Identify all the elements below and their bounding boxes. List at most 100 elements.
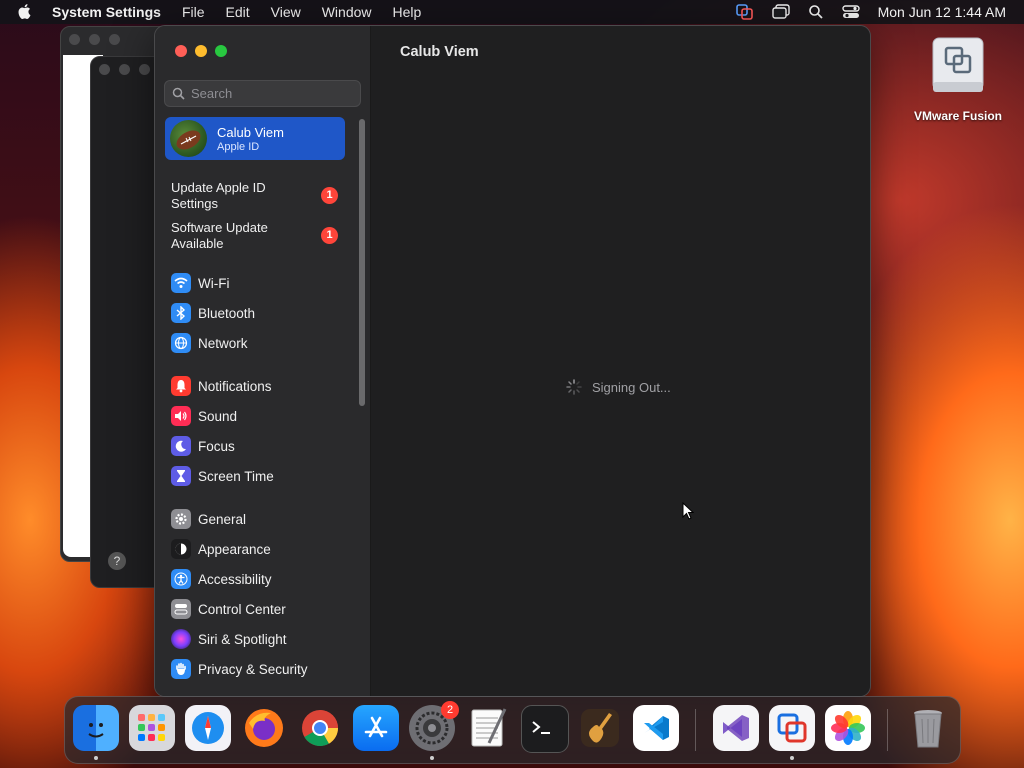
window-control-dot — [69, 34, 80, 45]
sidebar-item-appearance[interactable]: Appearance — [171, 538, 271, 560]
zoom-button[interactable] — [215, 45, 227, 57]
vscode-icon[interactable] — [633, 705, 679, 751]
screen-mirroring-icon[interactable] — [771, 4, 790, 20]
sidebar-item-sound[interactable]: Sound — [171, 405, 237, 427]
sidebar-item-bluetooth[interactable]: Bluetooth — [171, 302, 255, 324]
sidebar: Search Calub Viem Apple ID Update Apple … — [155, 26, 371, 696]
trash-icon[interactable] — [905, 705, 951, 751]
sidebar-item-focus[interactable]: Focus — [171, 435, 235, 457]
spotlight-search-icon[interactable] — [808, 4, 824, 20]
sidebar-item-label: Privacy & Security — [198, 661, 308, 677]
spinner-icon — [566, 379, 582, 395]
app-store-icon[interactable] — [353, 705, 399, 751]
bell-icon — [171, 376, 191, 396]
sidebar-scrollbar[interactable] — [359, 119, 365, 406]
notice-label: Software Update Available — [171, 220, 268, 251]
sidebar-item-general[interactable]: General — [171, 508, 246, 530]
safari-icon[interactable] — [185, 705, 231, 751]
sidebar-item-label: Focus — [198, 438, 235, 454]
finder-icon[interactable] — [73, 705, 119, 751]
help-icon[interactable]: ? — [108, 552, 126, 570]
page-title: Calub Viem — [400, 44, 479, 60]
account-subtitle: Apple ID — [217, 141, 260, 153]
sidebar-item-privacy-security[interactable]: Privacy & Security — [171, 658, 308, 680]
chrome-icon[interactable] — [297, 705, 343, 751]
sidebar-item-wifi[interactable]: Wi-Fi — [171, 272, 229, 294]
siri-icon — [171, 629, 191, 649]
appearance-icon — [171, 539, 191, 559]
sidebar-item-network[interactable]: Network — [171, 332, 248, 354]
sidebar-item-accessibility[interactable]: Accessibility — [171, 568, 272, 590]
sidebar-item-control-center[interactable]: Control Center — [171, 598, 286, 620]
sidebar-item-screen-time[interactable]: Screen Time — [171, 465, 274, 487]
terminal-icon[interactable] — [521, 705, 569, 753]
vmware-fusion-drive-icon — [932, 37, 984, 92]
menu-app-name[interactable]: System Settings — [52, 4, 161, 20]
control-center-icon[interactable] — [841, 4, 860, 20]
minimize-button[interactable] — [195, 45, 207, 57]
search-icon — [172, 87, 185, 100]
sidebar-item-label: Appearance — [198, 541, 271, 557]
sidebar-item-label: Sound — [198, 408, 238, 424]
hourglass-icon — [171, 466, 191, 486]
window-control-dot — [89, 34, 100, 45]
sidebar-item-label: Notifications — [198, 378, 272, 394]
sidebar-item-notifications[interactable]: Notifications — [171, 375, 272, 397]
gear-icon — [171, 509, 191, 529]
sidebar-notice-software-update[interactable]: Software Update Available — [171, 220, 281, 252]
sidebar-notice-apple-id[interactable]: Update Apple ID Settings — [171, 180, 281, 212]
desktop-icon-label: VMware Fusion — [913, 109, 1002, 123]
sidebar-item-label: Bluetooth — [198, 305, 256, 321]
visual-studio-icon[interactable] — [713, 705, 759, 751]
speaker-icon — [171, 406, 191, 426]
dock-separator — [695, 709, 696, 751]
menubar-clock[interactable]: Mon Jun 12 1:44 AM — [878, 4, 1006, 20]
sidebar-item-label: Screen Time — [198, 468, 274, 484]
window-control-dot — [99, 64, 110, 75]
firefox-icon[interactable] — [241, 705, 287, 751]
globe-icon — [171, 333, 191, 353]
notice-label: Update Apple ID Settings — [171, 180, 266, 211]
menu-bar: System Settings File Edit View Window He… — [0, 0, 1024, 24]
menu-edit[interactable]: Edit — [226, 4, 250, 20]
sidebar-item-label: Siri & Spotlight — [198, 631, 287, 647]
content-pane: Calub Viem Signing Out... — [371, 26, 870, 696]
textedit-icon[interactable] — [465, 705, 511, 751]
search-placeholder: Search — [191, 86, 233, 101]
dock-separator — [887, 709, 888, 751]
sidebar-item-apple-id[interactable]: Calub Viem Apple ID — [165, 117, 345, 160]
sidebar-item-label: General — [198, 511, 247, 527]
window-control-dot — [119, 64, 130, 75]
accessibility-icon — [171, 569, 191, 589]
signing-out-status: Signing Out... — [566, 379, 671, 395]
bluetooth-icon — [171, 303, 191, 323]
running-indicator — [790, 756, 794, 760]
apple-menu-icon[interactable] — [18, 4, 36, 20]
sidebar-item-siri-spotlight[interactable]: Siri & Spotlight — [171, 628, 287, 650]
system-settings-window: Search Calub Viem Apple ID Update Apple … — [154, 25, 871, 697]
menu-help[interactable]: Help — [393, 4, 422, 20]
window-control-dot — [139, 64, 150, 75]
running-indicator — [94, 756, 98, 760]
vmware-status-icon[interactable] — [735, 4, 754, 20]
desktop-icon-vmware-fusion[interactable]: VMware Fusion — [910, 34, 1006, 123]
launchpad-icon[interactable] — [129, 705, 175, 751]
vmware-fusion-icon[interactable] — [769, 705, 815, 751]
search-field[interactable]: Search — [164, 80, 361, 107]
sidebar-item-label: Network — [198, 335, 248, 351]
sidebar-item-label: Control Center — [198, 601, 286, 617]
close-button[interactable] — [175, 45, 187, 57]
menu-file[interactable]: File — [182, 4, 205, 20]
mouse-cursor-icon — [682, 501, 696, 527]
photos-icon[interactable] — [825, 705, 871, 751]
sidebar-item-label: Accessibility — [198, 571, 272, 587]
moon-icon — [171, 436, 191, 456]
menu-window[interactable]: Window — [322, 4, 372, 20]
dock: 2 — [64, 696, 961, 764]
menu-view[interactable]: View — [271, 4, 301, 20]
account-name: Calub Viem — [217, 125, 284, 140]
window-control-dot — [109, 34, 120, 45]
notification-badge: 1 — [321, 187, 338, 204]
wifi-icon — [171, 273, 191, 293]
garageband-icon[interactable] — [577, 705, 623, 751]
